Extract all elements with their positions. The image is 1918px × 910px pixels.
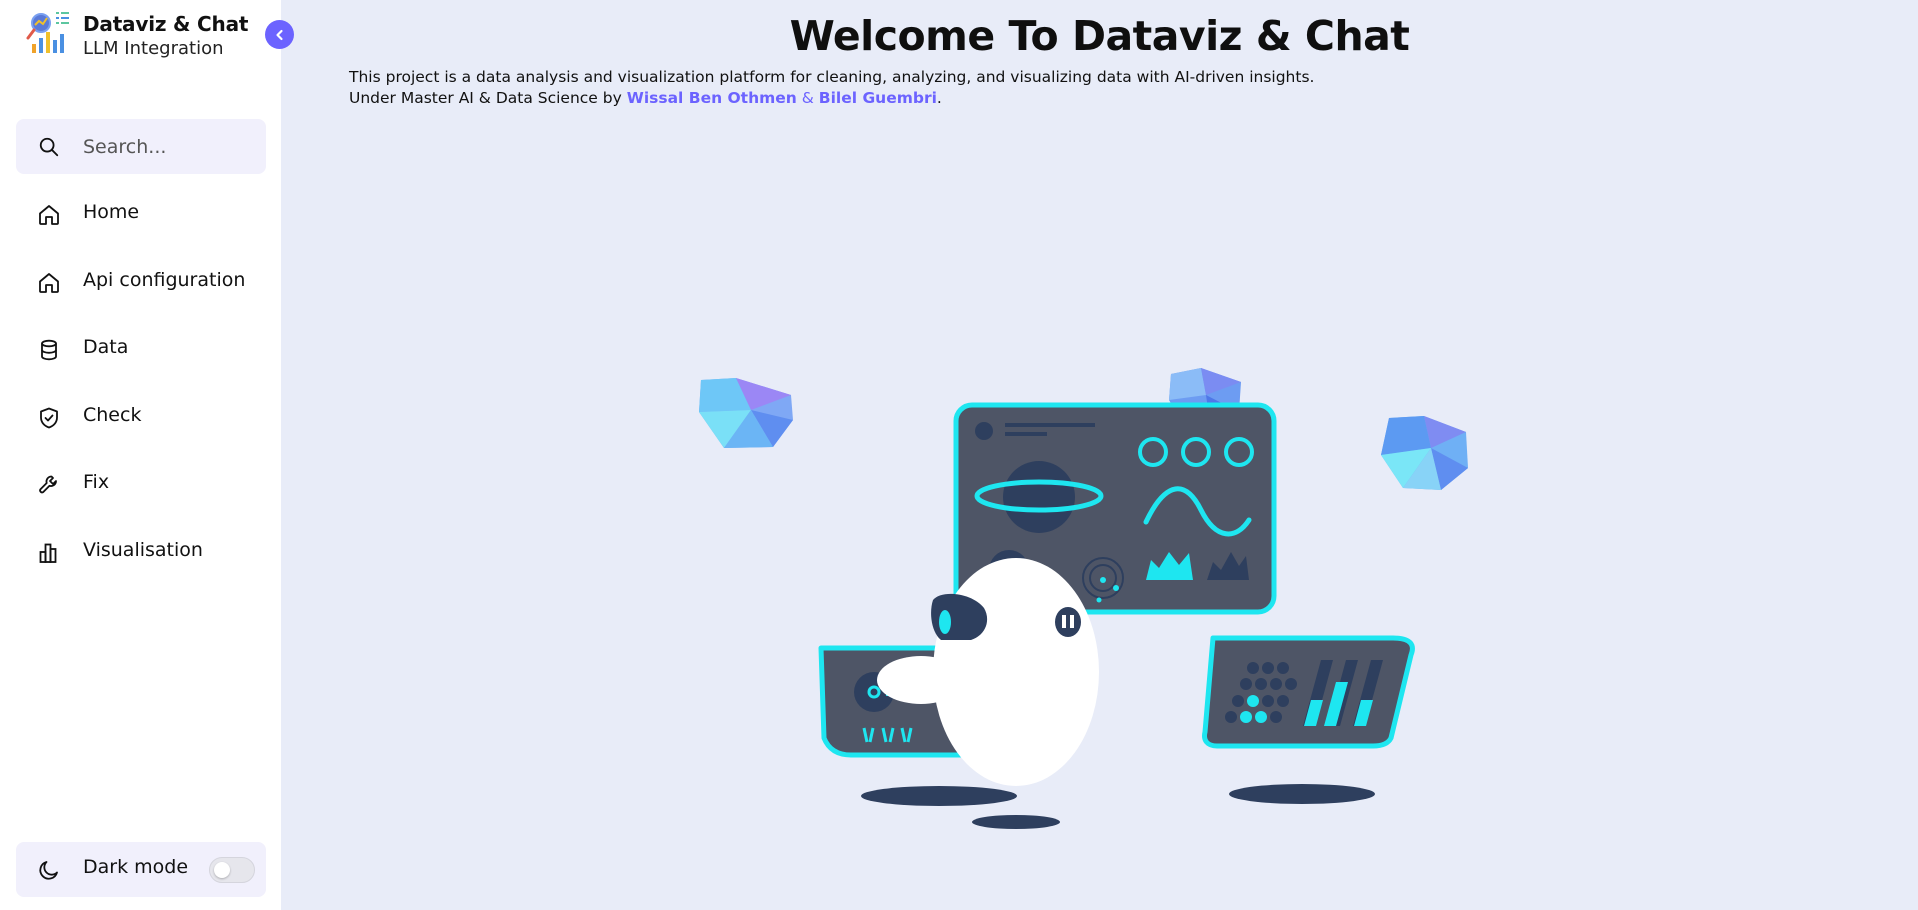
home-icon [39,272,59,293]
dark-mode-toggle[interactable] [209,857,255,883]
page-title: Welcome To Dataviz & Chat [789,12,1410,60]
app-subtitle: LLM Integration [83,38,224,59]
project-description: This project is a data analysis and visu… [349,67,1314,109]
sidebar-item-label: Check [83,403,142,426]
credits-line: Under Master AI & Data Science by Wissal… [349,88,1314,109]
home-icon [39,205,59,225]
database-icon [41,339,57,361]
sidebar-item-label: Data [83,336,129,359]
wrench-icon [39,475,57,494]
main-dashboard-screen [953,402,1277,615]
sidebar-item-label: Home [83,201,140,223]
chevron-left-icon [275,29,283,40]
bar-chart-icon [39,543,57,563]
left-control-panel [818,645,999,758]
gem-right [1381,416,1468,490]
search-input[interactable] [83,132,253,162]
brand[interactable]: Dataviz & Chat LLM Integration [26,10,276,60]
credits-suffix: . [936,89,942,107]
app-title: Dataviz & Chat [83,12,249,36]
shadow [861,786,1017,806]
dark-mode-label: Dark mode [83,856,189,878]
right-control-panel [1202,635,1415,749]
sidebar-item-label: Visualisation [83,538,203,561]
sidebar-item-visualisation[interactable]: Visualisation [16,525,266,580]
sidebar-nav: Home Api configuration Data Check Fix Vi… [16,187,266,593]
sidebar-item-fix[interactable]: Fix [16,457,266,512]
sidebar-item-data[interactable]: Data [16,322,266,377]
gem-left [699,378,793,448]
hero-illustration [699,368,1468,829]
sidebar-item-label: Api configuration [83,268,246,291]
main-content: Welcome To Dataviz & Chat This project i… [281,0,1918,910]
author-link[interactable]: Wissal Ben Othmen [627,89,797,107]
shadow [1229,784,1375,804]
credits-prefix: Under Master AI & Data Science by [349,89,627,107]
search-box[interactable] [16,119,266,174]
gem-top [1169,368,1241,430]
author-separator: & [796,89,819,107]
toggle-knob [214,862,230,878]
sidebar-item-label: Fix [83,471,110,494]
search-icon [39,137,59,157]
sidebar-item-api-configuration[interactable]: Api configuration [16,255,266,310]
robot-character [877,558,1099,786]
collapse-sidebar-button[interactable] [265,20,294,49]
author-link[interactable]: Bilel Guembri [819,89,937,107]
shield-check-icon [40,407,58,429]
description-line: This project is a data analysis and visu… [349,68,1315,86]
app-logo-icon [26,12,69,53]
sidebar-item-check[interactable]: Check [16,390,266,445]
dark-mode-row[interactable]: Dark mode [16,842,266,897]
shadow [972,815,1060,829]
moon-icon [39,861,58,880]
sidebar-item-home[interactable]: Home [16,187,266,242]
sidebar: Dataviz & Chat LLM Integration Home Api … [0,0,281,910]
